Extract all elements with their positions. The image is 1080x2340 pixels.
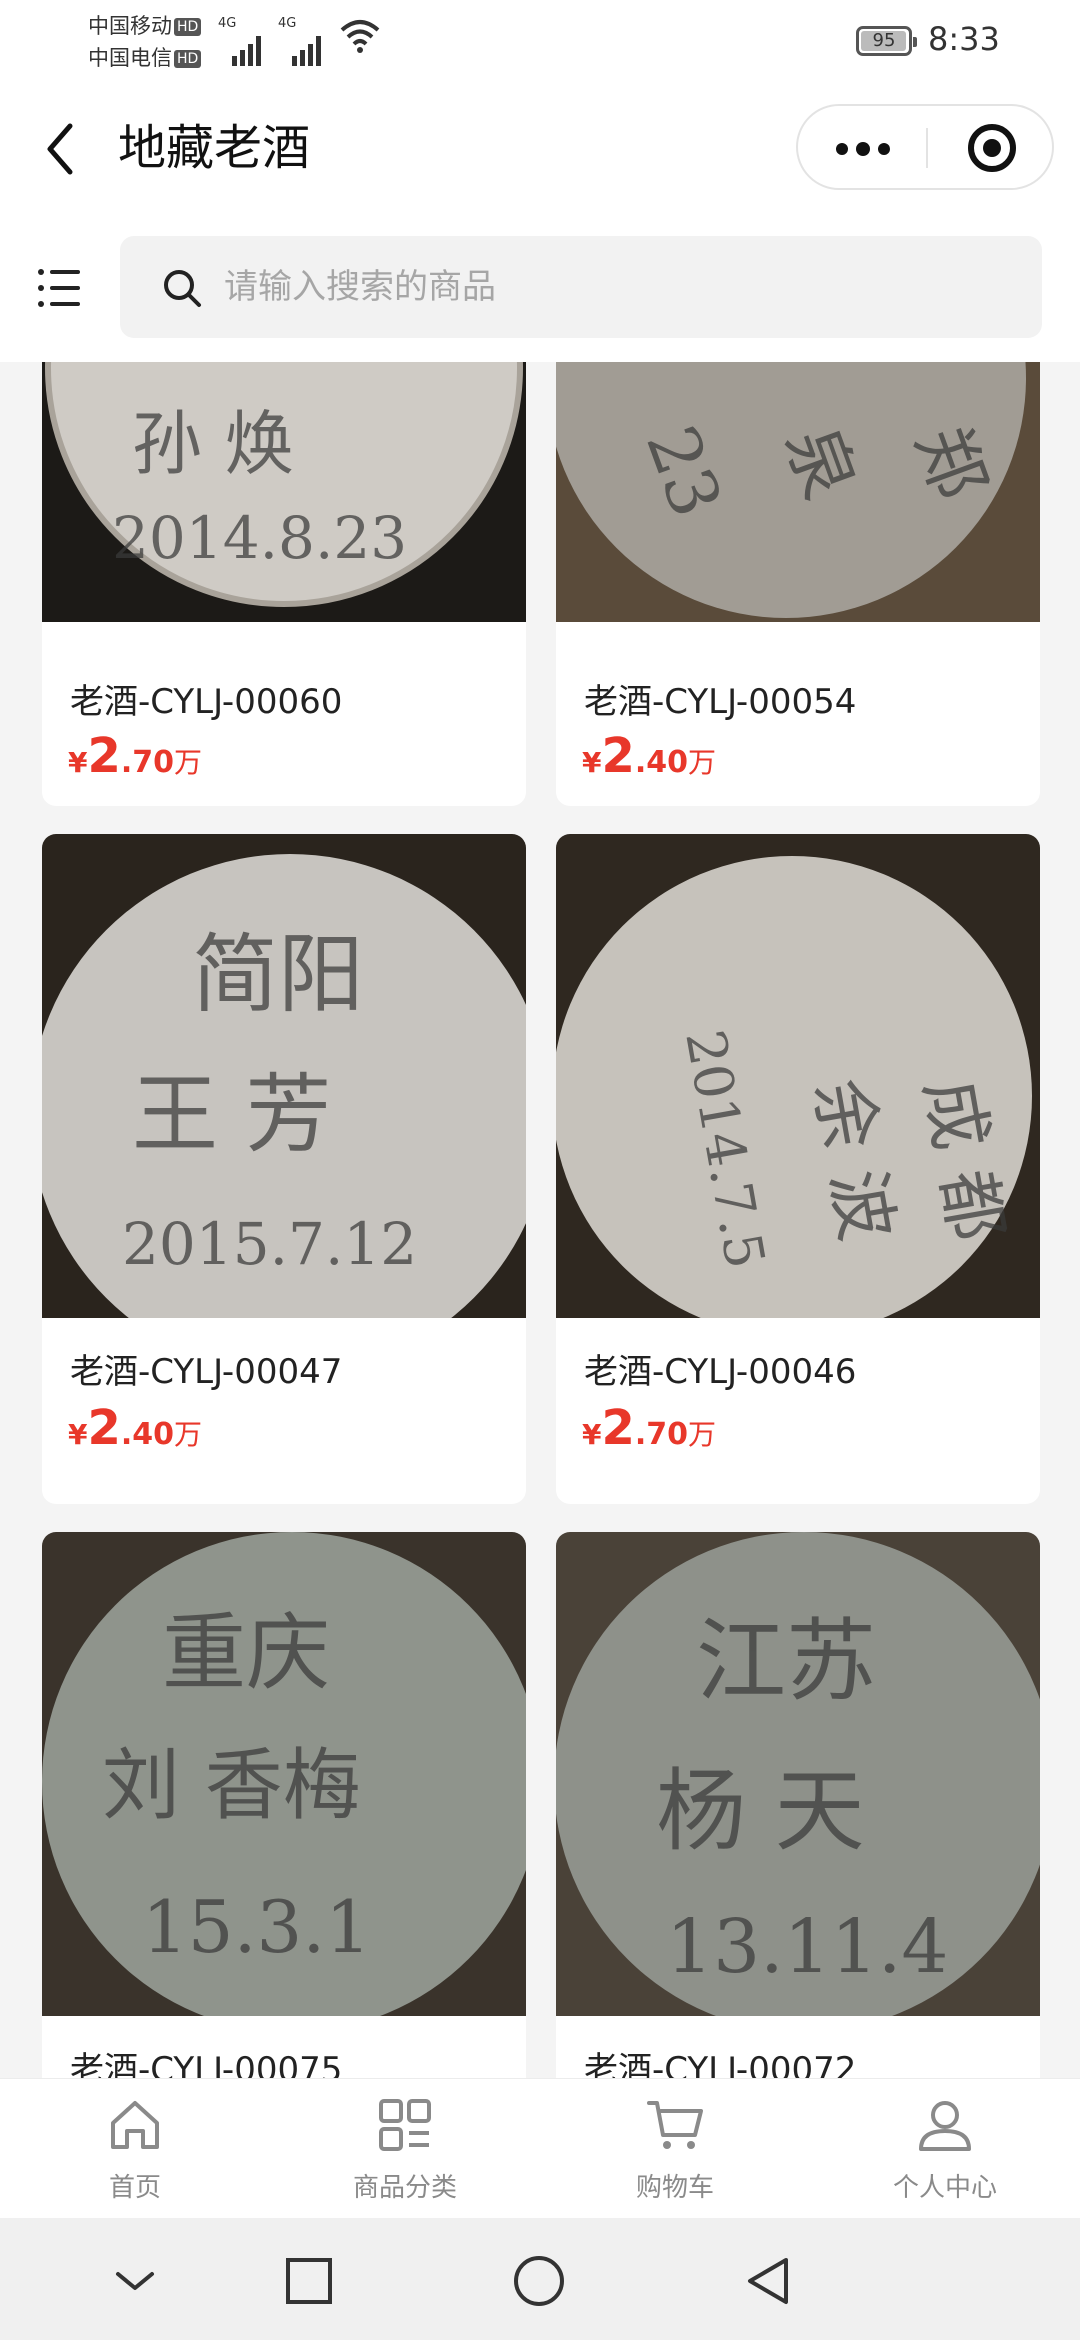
hd-badge: HD xyxy=(174,18,202,36)
network-type: 4G xyxy=(278,16,297,31)
product-card[interactable]: 郑 泉 23 老酒-CYLJ-00054 ¥2.40万 xyxy=(556,362,1040,806)
search-bar[interactable] xyxy=(120,236,1042,338)
app-page: 中国移动 HD 中国电信 HD 4G 4G 95 8:33 地藏老酒 请输入搜索… xyxy=(0,0,1080,2340)
wifi-icon xyxy=(340,20,380,53)
carrier-2: 中国电信 xyxy=(88,46,172,70)
carrier-1: 中国移动 xyxy=(88,14,172,38)
product-name: 老酒-CYLJ-00072 xyxy=(584,2050,857,2078)
page-title: 地藏老酒 xyxy=(118,120,311,176)
tab-cart[interactable]: 购物车 xyxy=(540,2079,810,2219)
svg-text:2015.7.12: 2015.7.12 xyxy=(122,1210,417,1278)
list-menu-icon[interactable] xyxy=(36,264,84,312)
battery-level: 95 xyxy=(872,30,896,51)
svg-text:江苏: 江苏 xyxy=(696,1609,876,1714)
product-name: 老酒-CYLJ-00060 xyxy=(70,682,343,722)
product-card[interactable]: 成 都 余 波 2014.7.5 老酒-CYLJ-00046 ¥2.70万 xyxy=(556,834,1040,1504)
recents-square-icon[interactable] xyxy=(282,2254,336,2308)
tab-label: 商品分类 xyxy=(352,2173,457,2203)
carrier-info: 中国移动 HD 中国电信 HD xyxy=(88,10,202,74)
target-circle-icon[interactable] xyxy=(968,124,1016,172)
clock: 8:33 xyxy=(928,20,1000,58)
back-triangle-icon[interactable] xyxy=(742,2254,796,2308)
search-input[interactable] xyxy=(224,256,1004,318)
collapse-chevron-icon[interactable] xyxy=(108,2254,162,2308)
home-icon xyxy=(111,2101,159,2149)
tab-label: 首页 xyxy=(108,2173,161,2203)
search-icon xyxy=(164,270,201,307)
capsule-divider xyxy=(926,128,928,168)
svg-text:简阳: 简阳 xyxy=(192,925,364,1025)
search-row xyxy=(0,214,1080,362)
product-card[interactable]: 江苏 杨 天 13.11.4 老酒-CYLJ-00072 xyxy=(556,1532,1040,2078)
product-name: 老酒-CYLJ-00075 xyxy=(70,2050,343,2078)
battery-icon: 95 xyxy=(856,26,917,56)
hd-badge: HD xyxy=(174,50,202,68)
user-icon xyxy=(919,2101,971,2151)
bottom-tab-bar: 首页 商品分类 购物车 个人中心 xyxy=(0,2078,1080,2218)
svg-text:2014.8.23: 2014.8.23 xyxy=(112,504,407,572)
svg-text:杨 天: 杨 天 xyxy=(656,1759,865,1864)
more-dots-icon[interactable] xyxy=(798,106,926,188)
product-card[interactable]: 简阳 王 芳 2015.7.12 老酒-CYLJ-00047 ¥2.40万 xyxy=(42,834,526,1504)
status-bar: 中国移动 HD 中国电信 HD 4G 4G 95 8:33 xyxy=(0,0,1080,84)
product-price: ¥2.70万 xyxy=(582,1400,717,1456)
svg-text:孙 焕: 孙 焕 xyxy=(132,403,294,485)
tab-profile[interactable]: 个人中心 xyxy=(810,2079,1080,2219)
product-price: ¥2.70万 xyxy=(68,728,203,784)
nav-header: 地藏老酒 xyxy=(0,84,1080,214)
chevron-left-icon[interactable] xyxy=(40,120,84,178)
system-nav-bar xyxy=(0,2218,1080,2340)
svg-text:15.3.1: 15.3.1 xyxy=(142,1885,371,1969)
home-circle-icon[interactable] xyxy=(512,2254,566,2308)
svg-text:重庆: 重庆 xyxy=(162,1604,330,1702)
product-price: ¥2.40万 xyxy=(582,728,717,784)
product-image: 郑 泉 23 xyxy=(556,362,1040,622)
product-name: 老酒-CYLJ-00046 xyxy=(584,1352,857,1392)
svg-text:刘 香梅: 刘 香梅 xyxy=(102,1741,361,1831)
product-image: 简阳 王 芳 2015.7.12 xyxy=(42,834,526,1318)
product-image: 成 都 余 波 2014.7.5 xyxy=(556,834,1040,1318)
tab-home[interactable]: 首页 xyxy=(0,2079,270,2219)
network-type: 4G xyxy=(218,16,237,31)
category-grid-icon xyxy=(379,2099,431,2151)
product-price: ¥2.40万 xyxy=(68,1400,203,1456)
tab-label: 购物车 xyxy=(635,2173,714,2203)
product-name: 老酒-CYLJ-00047 xyxy=(70,1352,343,1392)
svg-text:王 芳: 王 芳 xyxy=(132,1065,331,1165)
product-image: 孙 焕 2014.8.23 xyxy=(42,362,526,622)
product-card[interactable]: 重庆 刘 香梅 15.3.1 老酒-CYLJ-00075 xyxy=(42,1532,526,2078)
product-image: 重庆 刘 香梅 15.3.1 xyxy=(42,1532,526,2016)
tab-label: 个人中心 xyxy=(892,2173,997,2203)
product-card[interactable]: 孙 焕 2014.8.23 老酒-CYLJ-00060 ¥2.70万 xyxy=(42,362,526,806)
svg-text:13.11.4: 13.11.4 xyxy=(666,1904,948,1990)
tab-category[interactable]: 商品分类 xyxy=(270,2079,540,2219)
cart-icon xyxy=(647,2101,703,2149)
product-grid: 孙 焕 2014.8.23 老酒-CYLJ-00060 ¥2.70万 郑 泉 2… xyxy=(0,362,1080,2078)
product-name: 老酒-CYLJ-00054 xyxy=(584,682,857,722)
product-image: 江苏 杨 天 13.11.4 xyxy=(556,1532,1040,2016)
mini-program-capsule xyxy=(796,104,1054,190)
